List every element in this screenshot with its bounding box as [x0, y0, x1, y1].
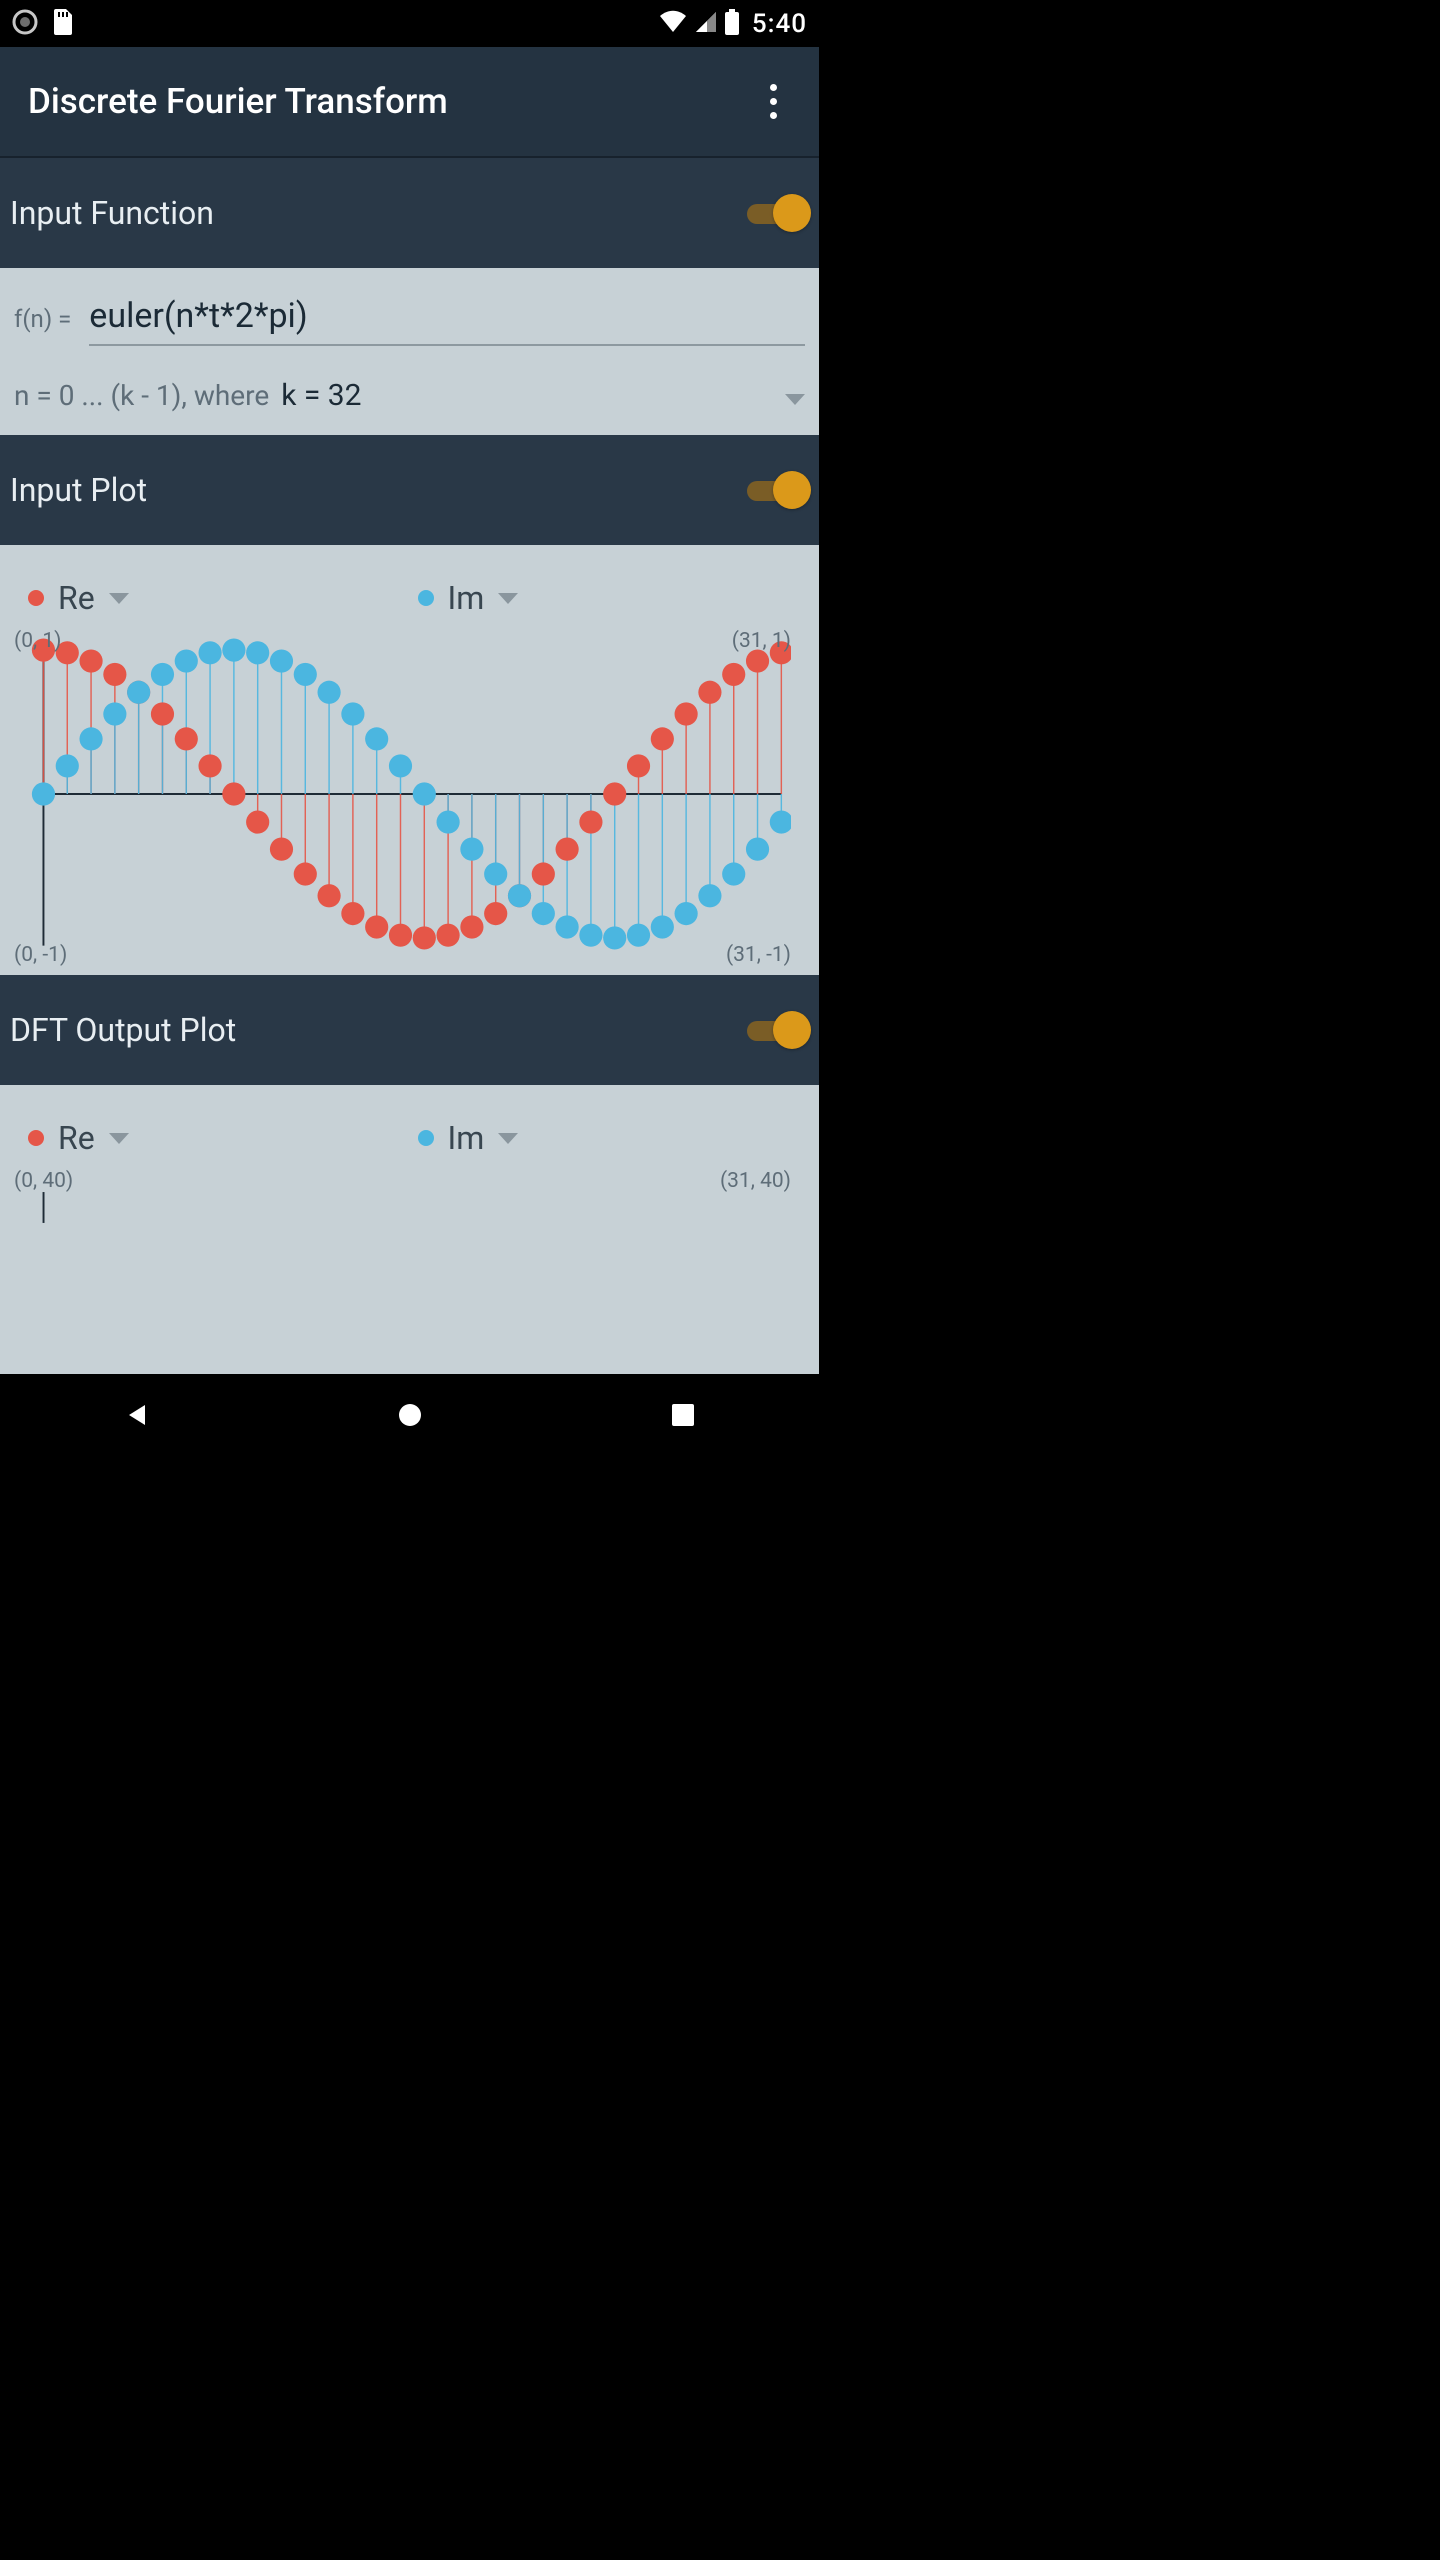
chevron-down-icon — [498, 593, 528, 604]
input-plot-chart[interactable]: (0, 1) (31, 1) (0, -1) (31, -1) — [14, 625, 805, 967]
dft-output-plot-panel: Re Im (0, 40) (31, 40) — [0, 1085, 819, 1374]
blue-dot-icon — [418, 590, 434, 606]
axis-label-tr: (31, 40) — [720, 1169, 791, 1193]
section-header-input-function: Input Function — [0, 158, 819, 268]
input-plot-toggle[interactable] — [747, 471, 809, 509]
red-dot-icon — [28, 1130, 44, 1146]
cell-signal-icon — [694, 10, 718, 38]
chevron-down-icon — [109, 1133, 139, 1144]
legend-im-label: Im — [448, 579, 485, 617]
section-title: DFT Output Plot — [10, 1011, 236, 1049]
chevron-down-icon — [785, 394, 805, 405]
axis-label-tl: (0, 1) — [14, 629, 61, 653]
blue-dot-icon — [418, 1130, 434, 1146]
status-clock: 5:40 — [752, 9, 807, 39]
section-title: Input Plot — [10, 471, 147, 509]
circle-icon — [12, 9, 38, 39]
axis-label-tl: (0, 40) — [14, 1169, 73, 1193]
legend-im-selector-dft[interactable]: Im — [410, 1113, 800, 1163]
section-header-input-plot: Input Plot — [0, 435, 819, 545]
dft-output-chart[interactable]: (0, 40) (31, 40) — [14, 1165, 805, 1227]
function-input[interactable] — [89, 294, 805, 346]
input-function-panel: f(n) = n = 0 ... (k - 1), where k = 32 — [0, 268, 819, 435]
chart-svg — [28, 625, 791, 963]
navigation-bar — [0, 1374, 819, 1456]
nav-recents-button[interactable] — [638, 1390, 728, 1440]
legend-im-label: Im — [448, 1119, 485, 1157]
app-bar: Discrete Fourier Transform — [0, 47, 819, 156]
chevron-down-icon — [498, 1133, 528, 1144]
nav-back-button[interactable] — [92, 1390, 182, 1440]
input-function-toggle[interactable] — [747, 194, 809, 232]
legend-re-label: Re — [58, 579, 95, 617]
status-bar: 5:40 — [0, 0, 819, 47]
overflow-menu-button[interactable] — [756, 70, 791, 133]
input-plot-panel: Re Im (0, 1) (31, 1) (0, -1) (31, -1) — [0, 545, 819, 975]
axis-label-tr: (31, 1) — [732, 629, 791, 653]
legend-re-selector[interactable]: Re — [20, 573, 410, 623]
dft-output-plot-toggle[interactable] — [747, 1011, 809, 1049]
battery-icon — [724, 9, 740, 39]
fn-label: f(n) = — [14, 305, 71, 333]
wifi-icon — [658, 10, 688, 38]
axis-label-bl: (0, -1) — [14, 943, 67, 967]
page-title: Discrete Fourier Transform — [28, 81, 448, 122]
k-value: k = 32 — [281, 378, 361, 413]
section-title: Input Function — [10, 194, 214, 232]
red-dot-icon — [28, 590, 44, 606]
axis-label-br: (31, -1) — [726, 943, 791, 967]
chevron-down-icon — [109, 593, 139, 604]
chart-svg-partial — [28, 1165, 791, 1223]
legend-im-selector[interactable]: Im — [410, 573, 800, 623]
legend-re-selector-dft[interactable]: Re — [20, 1113, 410, 1163]
sd-card-icon — [52, 9, 74, 39]
nav-home-button[interactable] — [365, 1390, 455, 1440]
k-label: n = 0 ... (k - 1), where — [14, 379, 269, 412]
section-header-dft-output-plot: DFT Output Plot — [0, 975, 819, 1085]
legend-re-label: Re — [58, 1119, 95, 1157]
k-selector[interactable]: n = 0 ... (k - 1), where k = 32 — [14, 378, 805, 413]
